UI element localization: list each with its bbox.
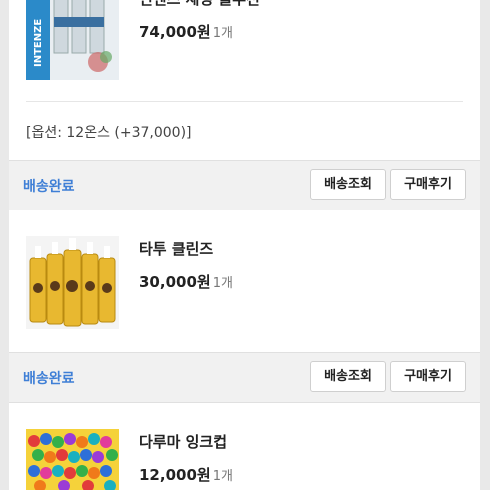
product-option: [옵션: 12온스 (+37,000)] bbox=[26, 125, 192, 141]
product-price: 74,000원 1개 bbox=[139, 21, 233, 42]
track-delivery-button[interactable]: 배송조회 bbox=[310, 169, 386, 200]
product-name[interactable]: 타투 클린즈 bbox=[139, 238, 213, 259]
delivery-status: 배송완료 bbox=[23, 371, 75, 387]
product-thumbnail[interactable] bbox=[26, 236, 119, 329]
divider bbox=[26, 101, 463, 102]
order-status-bar: 배송완료 배송조회 구매후기 bbox=[9, 160, 480, 211]
product-thumbnail[interactable] bbox=[26, 429, 119, 490]
quantity: 1개 bbox=[212, 26, 233, 41]
quantity: 1개 bbox=[212, 469, 233, 484]
product-name[interactable]: 다루마 잉크컵 bbox=[139, 431, 227, 452]
ink-cups-image bbox=[26, 429, 119, 490]
price-amount: 12,000원 bbox=[139, 466, 211, 484]
cleanser-bottles-image bbox=[26, 236, 119, 329]
product-price: 12,000원 1개 bbox=[139, 464, 233, 485]
write-review-button[interactable]: 구매후기 bbox=[390, 169, 466, 200]
product-price: 30,000원 1개 bbox=[139, 271, 233, 292]
price-amount: 74,000원 bbox=[139, 23, 211, 41]
quantity: 1개 bbox=[212, 276, 233, 291]
delivery-status: 배송완료 bbox=[23, 179, 75, 195]
product-name[interactable]: 인텐즈 세팅 솔루션 bbox=[139, 0, 260, 9]
svg-text:INTENZE: INTENZE bbox=[33, 19, 44, 67]
track-delivery-button[interactable]: 배송조회 bbox=[310, 361, 386, 392]
order-status-bar: 배송완료 배송조회 구매후기 bbox=[9, 352, 480, 403]
solution-bottles-image: INTENZE bbox=[26, 0, 119, 80]
write-review-button[interactable]: 구매후기 bbox=[390, 361, 466, 392]
product-thumbnail[interactable]: INTENZE bbox=[26, 0, 119, 80]
price-amount: 30,000원 bbox=[139, 273, 211, 291]
